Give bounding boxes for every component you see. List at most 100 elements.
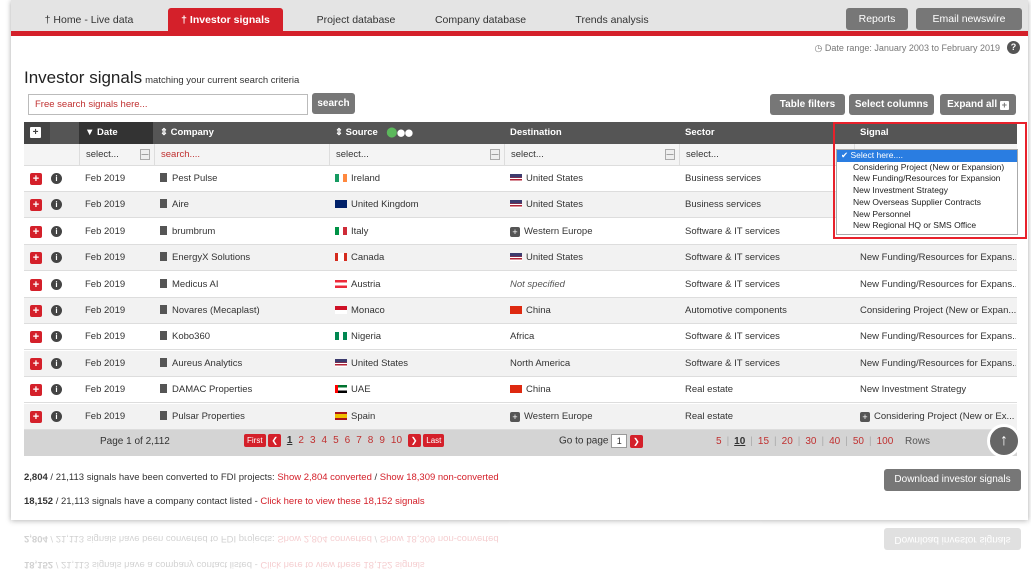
company-cell[interactable]: Medicus AI	[154, 272, 329, 298]
plus-icon[interactable]: +	[510, 411, 520, 422]
tab-project-database[interactable]: Project database	[302, 9, 410, 31]
page-number-link[interactable]: 3	[310, 435, 316, 446]
info-icon[interactable]: i	[51, 278, 62, 290]
rows-per-page-option[interactable]: 20	[782, 436, 793, 447]
first-page-button[interactable]: First	[244, 434, 266, 447]
column-company-header[interactable]: ⇕ Company	[154, 122, 214, 144]
info-icon[interactable]: i	[51, 225, 62, 237]
info-icon[interactable]: i	[51, 199, 62, 211]
table-row[interactable]: + i Feb 2019 Pulsar Properties Spain + We…	[24, 403, 1017, 430]
company-cell[interactable]: Aire	[154, 192, 329, 218]
show-converted-link[interactable]: Show 2,804 converted	[277, 472, 372, 483]
table-row[interactable]: + i Feb 2019 EnergyX Solutions Canada Un…	[24, 245, 1017, 272]
company-cell[interactable]: DAMAC Properties	[154, 377, 329, 403]
info-icon[interactable]: i	[51, 357, 62, 369]
column-destination-header[interactable]: Destination	[504, 122, 562, 144]
expand-row-icon[interactable]: +	[30, 252, 42, 265]
tab-home-live-data[interactable]: † Home - Live data	[29, 9, 149, 31]
column-date-header[interactable]: ▼ Date	[79, 122, 153, 144]
expand-row-icon[interactable]: +	[30, 173, 42, 185]
rows-per-page-option[interactable]: 5	[716, 436, 722, 447]
dropdown-option[interactable]: New Personnel	[837, 209, 1017, 221]
info-icon[interactable]: i	[51, 252, 62, 264]
column-signal-header[interactable]: Signal	[854, 122, 889, 144]
company-cell[interactable]: Pulsar Properties	[154, 404, 329, 430]
expand-row-icon[interactable]: +	[30, 225, 42, 238]
rows-per-page-option[interactable]: 100	[877, 436, 894, 447]
goto-next-icon[interactable]: ❯	[630, 434, 643, 448]
rows-per-page-option[interactable]: 15	[758, 436, 769, 447]
page-number-link[interactable]: 10	[391, 435, 402, 446]
dropdown-option[interactable]: Considering Project (New or Expansion)	[837, 162, 1017, 174]
show-non-converted-link[interactable]: Show 18,309 non-converted	[380, 472, 499, 483]
dropdown-option[interactable]: New Investment Strategy	[837, 185, 1017, 197]
prev-page-icon[interactable]: ❮	[268, 434, 282, 447]
page-number-link[interactable]: 7	[356, 435, 362, 446]
page-number-link[interactable]: 9	[379, 435, 385, 446]
tab-company-database[interactable]: Company database	[423, 9, 538, 31]
help-icon[interactable]: ?	[1007, 41, 1020, 54]
download-investor-signals-button[interactable]: Download investor signals	[884, 469, 1021, 491]
info-icon[interactable]: i	[51, 384, 62, 396]
view-contacts-link[interactable]: Click here to view these 18,152 signals	[260, 496, 424, 507]
company-filter-input[interactable]: search....	[154, 144, 329, 166]
expand-row-icon[interactable]: +	[30, 199, 42, 212]
search-button[interactable]: search	[312, 93, 355, 114]
expand-row-icon[interactable]: +	[30, 384, 42, 397]
page-number-link[interactable]: 2	[298, 435, 304, 446]
company-cell[interactable]: Kobo360	[154, 324, 329, 350]
last-page-button[interactable]: Last	[423, 434, 445, 447]
select-columns-button[interactable]: Select columns	[849, 94, 934, 115]
goto-page-input[interactable]: 1	[611, 434, 628, 448]
expand-row-icon[interactable]: +	[30, 305, 42, 317]
destination-filter[interactable]: select... —	[504, 144, 679, 166]
source-toggle-icon[interactable]: ⬤⬤⬤	[386, 127, 412, 138]
info-icon[interactable]: i	[51, 173, 62, 184]
plus-icon[interactable]: +	[510, 226, 520, 237]
table-filters-button[interactable]: Table filters	[770, 94, 845, 115]
page-number-link[interactable]: 6	[345, 435, 351, 446]
page-number-link[interactable]: 4	[322, 435, 328, 446]
info-icon[interactable]: i	[51, 410, 62, 422]
sector-filter[interactable]: select...	[679, 144, 854, 166]
company-cell[interactable]: Aureus Analytics	[154, 351, 329, 377]
info-icon[interactable]: i	[51, 305, 62, 316]
table-row[interactable]: + i Feb 2019 DAMAC Properties UAE China …	[24, 377, 1017, 404]
expand-row-icon[interactable]: +	[30, 410, 42, 423]
rows-per-page-option[interactable]: 50	[853, 436, 864, 447]
table-row[interactable]: + i Feb 2019 Aureus Analytics United Sta…	[24, 350, 1017, 377]
expand-row-icon[interactable]: +	[30, 357, 42, 370]
rows-per-page-option[interactable]: 10	[734, 436, 745, 447]
dropdown-option[interactable]: New Regional HQ or SMS Office	[837, 220, 1017, 232]
company-cell[interactable]: EnergyX Solutions	[154, 245, 329, 271]
company-cell[interactable]: brumbrum	[154, 219, 329, 245]
source-filter[interactable]: select... —	[329, 144, 504, 166]
dropdown-option[interactable]: New Overseas Supplier Contracts	[837, 197, 1017, 209]
date-filter[interactable]: select... —	[79, 144, 154, 166]
email-newswire-button[interactable]: Email newswire	[916, 8, 1022, 30]
table-row[interactable]: + i Feb 2019 Medicus AI Austria Not spec…	[24, 272, 1017, 298]
reports-button[interactable]: Reports	[846, 8, 908, 30]
expand-all-button[interactable]: Expand all +	[940, 94, 1016, 115]
expand-row-icon[interactable]: +	[30, 278, 42, 291]
tab-trends-analysis[interactable]: Trends analysis	[557, 9, 667, 31]
page-number-link[interactable]: 8	[368, 435, 374, 446]
next-page-icon[interactable]: ❯	[407, 434, 421, 447]
page-number-link[interactable]: 1	[287, 435, 293, 446]
expand-all-rows-icon[interactable]: +	[24, 122, 50, 144]
dropdown-option[interactable]: New Funding/Resources for Expansion	[837, 173, 1017, 185]
search-input[interactable]	[28, 94, 308, 115]
dropdown-option-selected[interactable]: ✔ Select here....	[837, 150, 1017, 162]
page-number-link[interactable]: 5	[333, 435, 339, 446]
column-source-header[interactable]: ⇕ Source ⬤⬤⬤	[329, 122, 413, 144]
column-sector-header[interactable]: Sector	[679, 122, 715, 144]
expand-row-icon[interactable]: +	[30, 331, 42, 344]
scroll-to-top-icon[interactable]: ↑	[987, 424, 1021, 458]
company-cell[interactable]: Novares (Mecaplast)	[154, 298, 329, 324]
company-cell[interactable]: Pest Pulse	[154, 166, 329, 192]
plus-icon[interactable]: +	[860, 411, 870, 422]
info-icon[interactable]: i	[51, 331, 62, 343]
table-row[interactable]: + i Feb 2019 Novares (Mecaplast) Monaco …	[24, 298, 1017, 324]
tab-investor-signals[interactable]: † Investor signals	[168, 8, 283, 32]
rows-per-page-option[interactable]: 30	[805, 436, 816, 447]
